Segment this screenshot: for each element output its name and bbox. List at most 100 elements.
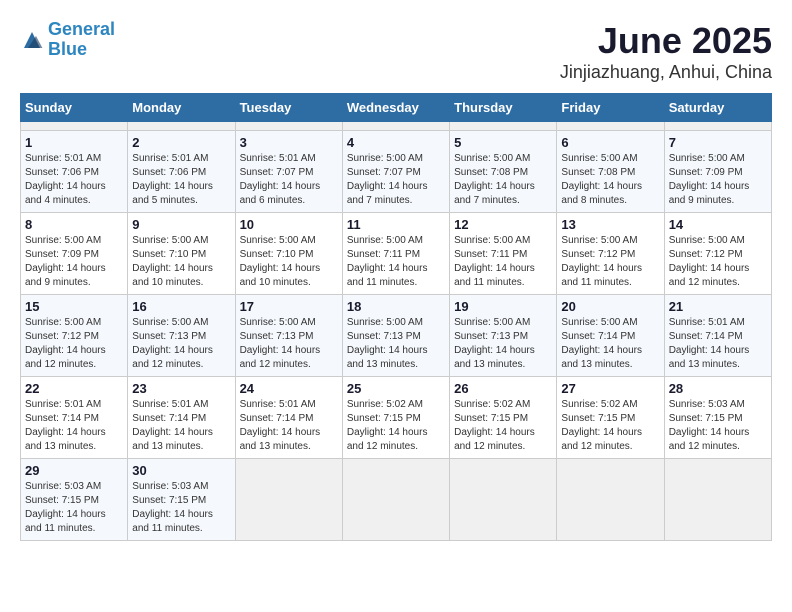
day-number: 20 <box>561 299 659 314</box>
calendar-cell: 20 Sunrise: 5:00 AMSunset: 7:14 PMDayligh… <box>557 295 664 377</box>
day-number: 11 <box>347 217 445 232</box>
calendar-cell: 26Sunrise: 5:02 AMSunset: 7:15 PMDayligh… <box>450 377 557 459</box>
day-number: 14 <box>669 217 767 232</box>
day-number: 29 <box>25 463 123 478</box>
day-number: 13 <box>561 217 659 232</box>
calendar-cell <box>557 459 664 541</box>
calendar-cell <box>664 122 771 131</box>
day-number: 4 <box>347 135 445 150</box>
calendar-cell: 23 Sunrise: 5:01 AMSunset: 7:14 PMDayligh… <box>128 377 235 459</box>
day-number: 27 <box>561 381 659 396</box>
title-block: June 2025 Jinjiazhuang, Anhui, China <box>560 20 772 83</box>
calendar-cell: 28Sunrise: 5:03 AMSunset: 7:15 PMDayligh… <box>664 377 771 459</box>
day-info: Sunrise: 5:02 AMSunset: 7:15 PMDaylight:… <box>347 398 445 454</box>
day-info: Sunrise: 5:01 AMSunset: 7:14 PMDaylight:… <box>132 398 230 454</box>
day-info: Sunrise: 5:02 AMSunset: 7:15 PMDaylight:… <box>454 398 552 454</box>
logo-name: GeneralBlue <box>48 20 115 60</box>
calendar-cell: 1 Sunrise: 5:01 AMSunset: 7:06 PMDaylight… <box>21 131 128 213</box>
calendar-cell: 14 Sunrise: 5:00 AMSunset: 7:12 PMDayligh… <box>664 213 771 295</box>
day-info: Sunrise: 5:01 AMSunset: 7:06 PMDaylight:… <box>25 152 123 208</box>
calendar-cell <box>664 459 771 541</box>
day-number: 23 <box>132 381 230 396</box>
calendar-cell: 11 Sunrise: 5:00 AMSunset: 7:11 PMDayligh… <box>342 213 449 295</box>
calendar-cell: 16 Sunrise: 5:00 AMSunset: 7:13 PMDayligh… <box>128 295 235 377</box>
day-info: Sunrise: 5:02 AMSunset: 7:15 PMDaylight:… <box>561 398 659 454</box>
day-number: 21 <box>669 299 767 314</box>
day-info: Sunrise: 5:00 AMSunset: 7:12 PMDaylight:… <box>25 316 123 372</box>
day-number: 18 <box>347 299 445 314</box>
day-info: Sunrise: 5:00 AMSunset: 7:10 PMDaylight:… <box>240 234 338 290</box>
day-number: 22 <box>25 381 123 396</box>
day-number: 16 <box>132 299 230 314</box>
calendar-cell: 12 Sunrise: 5:00 AMSunset: 7:11 PMDayligh… <box>450 213 557 295</box>
day-number: 10 <box>240 217 338 232</box>
day-info: Sunrise: 5:00 AMSunset: 7:13 PMDaylight:… <box>454 316 552 372</box>
calendar-cell: 25 Sunrise: 5:02 AMSunset: 7:15 PMDayligh… <box>342 377 449 459</box>
day-info: Sunrise: 5:00 AMSunset: 7:13 PMDaylight:… <box>132 316 230 372</box>
calendar-cell: 30 Sunrise: 5:03 AMSunset: 7:15 PMDayligh… <box>128 459 235 541</box>
day-info: Sunrise: 5:00 AMSunset: 7:08 PMDaylight:… <box>454 152 552 208</box>
day-info: Sunrise: 5:00 AMSunset: 7:11 PMDaylight:… <box>347 234 445 290</box>
calendar-cell: 15Sunrise: 5:00 AMSunset: 7:12 PMDayligh… <box>21 295 128 377</box>
day-info: Sunrise: 5:00 AMSunset: 7:13 PMDaylight:… <box>240 316 338 372</box>
day-info: Sunrise: 5:00 AMSunset: 7:12 PMDaylight:… <box>669 234 767 290</box>
calendar-week-row: 29 Sunrise: 5:03 AMSunset: 7:15 PMDayligh… <box>21 459 772 541</box>
day-info: Sunrise: 5:00 AMSunset: 7:11 PMDaylight:… <box>454 234 552 290</box>
calendar-cell: 3Sunrise: 5:01 AMSunset: 7:07 PMDaylight… <box>235 131 342 213</box>
calendar-cell <box>235 459 342 541</box>
calendar-cell: 29 Sunrise: 5:03 AMSunset: 7:15 PMDayligh… <box>21 459 128 541</box>
day-number: 1 <box>25 135 123 150</box>
day-info: Sunrise: 5:00 AMSunset: 7:07 PMDaylight:… <box>347 152 445 208</box>
day-number: 17 <box>240 299 338 314</box>
weekday-header-monday: Monday <box>128 94 235 122</box>
calendar-table: SundayMondayTuesdayWednesdayThursdayFrid… <box>20 93 772 541</box>
calendar-week-row <box>21 122 772 131</box>
calendar-cell <box>21 122 128 131</box>
logo: GeneralBlue <box>20 20 115 60</box>
calendar-cell: 17 Sunrise: 5:00 AMSunset: 7:13 PMDayligh… <box>235 295 342 377</box>
weekday-header-tuesday: Tuesday <box>235 94 342 122</box>
day-number: 2 <box>132 135 230 150</box>
calendar-week-row: 8Sunrise: 5:00 AMSunset: 7:09 PMDaylight… <box>21 213 772 295</box>
weekday-header-saturday: Saturday <box>664 94 771 122</box>
page-header: GeneralBlue June 2025 Jinjiazhuang, Anhu… <box>20 20 772 83</box>
weekday-header-friday: Friday <box>557 94 664 122</box>
day-info: Sunrise: 5:03 AMSunset: 7:15 PMDaylight:… <box>132 480 230 536</box>
day-number: 5 <box>454 135 552 150</box>
calendar-cell: 19 Sunrise: 5:00 AMSunset: 7:13 PMDayligh… <box>450 295 557 377</box>
calendar-cell: 18Sunrise: 5:00 AMSunset: 7:13 PMDayligh… <box>342 295 449 377</box>
calendar-subtitle: Jinjiazhuang, Anhui, China <box>560 62 772 83</box>
calendar-cell: 13 Sunrise: 5:00 AMSunset: 7:12 PMDayligh… <box>557 213 664 295</box>
day-number: 7 <box>669 135 767 150</box>
day-info: Sunrise: 5:00 AMSunset: 7:10 PMDaylight:… <box>132 234 230 290</box>
calendar-title: June 2025 <box>560 20 772 62</box>
day-info: Sunrise: 5:01 AMSunset: 7:14 PMDaylight:… <box>240 398 338 454</box>
weekday-header-wednesday: Wednesday <box>342 94 449 122</box>
calendar-cell <box>128 122 235 131</box>
calendar-cell: 22Sunrise: 5:01 AMSunset: 7:14 PMDayligh… <box>21 377 128 459</box>
day-info: Sunrise: 5:03 AMSunset: 7:15 PMDaylight:… <box>25 480 123 536</box>
calendar-cell: 8Sunrise: 5:00 AMSunset: 7:09 PMDaylight… <box>21 213 128 295</box>
calendar-week-row: 15Sunrise: 5:00 AMSunset: 7:12 PMDayligh… <box>21 295 772 377</box>
calendar-cell: 10 Sunrise: 5:00 AMSunset: 7:10 PMDayligh… <box>235 213 342 295</box>
weekday-header-thursday: Thursday <box>450 94 557 122</box>
calendar-cell <box>450 122 557 131</box>
day-info: Sunrise: 5:00 AMSunset: 7:09 PMDaylight:… <box>669 152 767 208</box>
calendar-cell: 21Sunrise: 5:01 AMSunset: 7:14 PMDayligh… <box>664 295 771 377</box>
weekday-header-row: SundayMondayTuesdayWednesdayThursdayFrid… <box>21 94 772 122</box>
day-number: 19 <box>454 299 552 314</box>
calendar-week-row: 1 Sunrise: 5:01 AMSunset: 7:06 PMDaylight… <box>21 131 772 213</box>
day-number: 25 <box>347 381 445 396</box>
day-number: 30 <box>132 463 230 478</box>
day-info: Sunrise: 5:00 AMSunset: 7:14 PMDaylight:… <box>561 316 659 372</box>
calendar-cell <box>342 459 449 541</box>
day-info: Sunrise: 5:00 AMSunset: 7:08 PMDaylight:… <box>561 152 659 208</box>
day-info: Sunrise: 5:01 AMSunset: 7:06 PMDaylight:… <box>132 152 230 208</box>
calendar-cell: 24 Sunrise: 5:01 AMSunset: 7:14 PMDayligh… <box>235 377 342 459</box>
day-info: Sunrise: 5:03 AMSunset: 7:15 PMDaylight:… <box>669 398 767 454</box>
day-info: Sunrise: 5:00 AMSunset: 7:12 PMDaylight:… <box>561 234 659 290</box>
day-number: 12 <box>454 217 552 232</box>
calendar-cell: 5 Sunrise: 5:00 AMSunset: 7:08 PMDaylight… <box>450 131 557 213</box>
calendar-cell <box>235 122 342 131</box>
day-number: 24 <box>240 381 338 396</box>
